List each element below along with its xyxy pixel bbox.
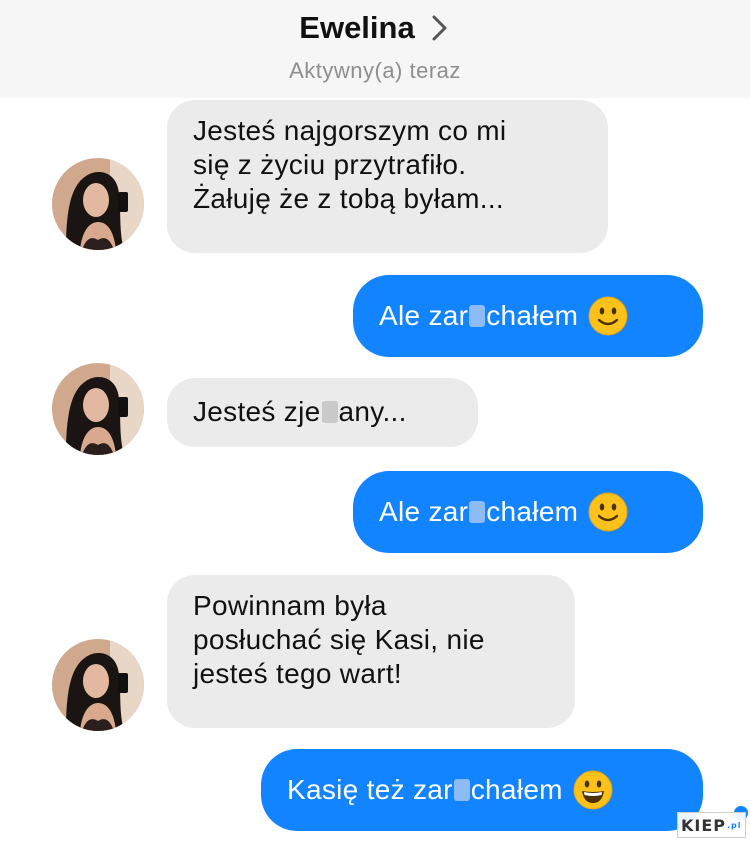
contact-name[interactable]: Ewelina — [299, 10, 414, 46]
message-text-part: Ale zar — [379, 496, 469, 527]
message-line: Żałuję że z tobą byłam... — [193, 183, 504, 214]
censored-blur — [453, 779, 470, 801]
message-text-part: Jesteś zje — [193, 396, 321, 427]
avatar[interactable] — [52, 639, 144, 731]
avatar[interactable] — [52, 158, 144, 250]
outgoing-message-bubble[interactable]: Ale zar chałem — [353, 275, 703, 357]
incoming-message-bubble[interactable]: Powinnam była posłuchać się Kasi, nie je… — [167, 575, 575, 728]
chevron-right-icon[interactable] — [429, 13, 451, 43]
message-text-part: Ale zar — [379, 300, 469, 331]
message-line: Powinnam była — [193, 590, 387, 621]
slightly-smiling-face-icon — [588, 492, 628, 532]
contact-name-row[interactable]: Ewelina — [0, 10, 750, 46]
message-text-part: chałem — [470, 774, 563, 805]
message-text-part: chałem — [486, 300, 579, 331]
outgoing-message-bubble[interactable]: Kasię też zar chałem — [261, 749, 703, 831]
conversation-header: Ewelina Aktywny(a) teraz — [0, 0, 750, 98]
message-line: się z życiu przytrafiło. — [193, 149, 467, 180]
avatar[interactable] — [52, 363, 144, 455]
incoming-message-bubble[interactable]: Jesteś zje any... — [167, 378, 478, 447]
message-line: Jesteś zje any... — [193, 395, 452, 429]
censored-blur — [321, 401, 338, 423]
message-text-part: Kasię też zar — [287, 774, 453, 805]
watermark-logo: KIEP .pl — [677, 812, 746, 838]
active-status: Aktywny(a) teraz — [289, 58, 461, 83]
watermark-text: KIEP — [681, 815, 727, 835]
message-text-part: chałem — [486, 496, 579, 527]
censored-blur — [469, 305, 486, 327]
message-line: posłuchać się Kasi, nie — [193, 624, 485, 655]
incoming-message-bubble[interactable]: Jesteś najgorszym co mi się z życiu przy… — [167, 100, 608, 253]
slightly-smiling-face-icon — [588, 296, 628, 336]
message-line: jesteś tego wart! — [193, 658, 402, 689]
message-text-part: any... — [338, 396, 407, 427]
outgoing-message-bubble[interactable]: Ale zar chałem — [353, 471, 703, 553]
watermark-suffix: .pl — [727, 820, 742, 830]
censored-blur — [469, 501, 486, 523]
message-line: Jesteś najgorszym co mi — [193, 115, 507, 146]
grinning-face-icon — [573, 770, 613, 810]
